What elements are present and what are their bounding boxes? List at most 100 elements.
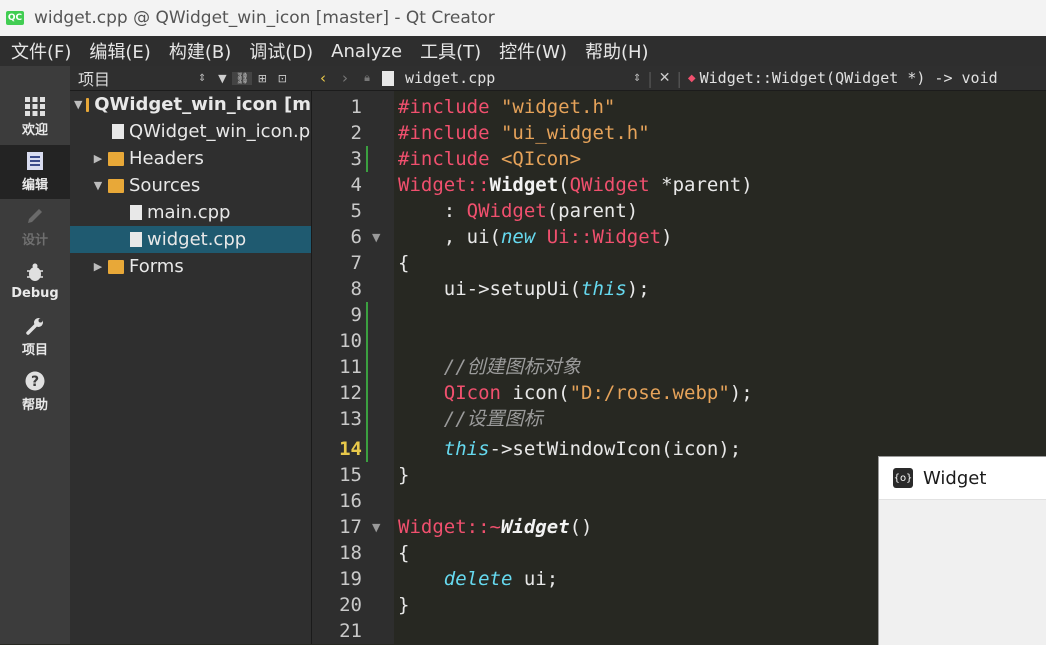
menu-bar: 文件(F) 编辑(E) 构建(B) 调试(D) Analyze 工具(T) 控件… — [0, 36, 1046, 66]
mode-welcome[interactable]: 欢迎 — [0, 90, 70, 144]
tree-item-label: QWidget_win_icon.p — [129, 121, 311, 142]
tree-item-main-cpp[interactable]: main.cpp — [70, 199, 311, 226]
menu-file[interactable]: 文件(F) — [0, 38, 78, 64]
line-number: 20 — [339, 594, 362, 616]
project-panel-header: 项目 ⇕ ▼ ⛓ ⊞ ⊡ — [70, 66, 312, 91]
open-file-selector[interactable]: widget.cpp — [405, 69, 633, 87]
back-icon[interactable]: ‹ — [312, 69, 334, 87]
window-title: widget.cpp @ QWidget_win_icon [master] -… — [34, 8, 495, 28]
code-line-17: Widget::~Widget() — [398, 516, 593, 538]
question-icon: ? — [25, 371, 45, 391]
line-number: 7 — [350, 252, 362, 274]
mode-debug[interactable]: Debug — [0, 255, 70, 309]
bug-icon — [27, 263, 43, 281]
function-icon: ◆ — [687, 72, 696, 84]
line-number: 13 — [339, 408, 362, 430]
svg-text:?: ? — [31, 374, 39, 390]
line-number: 19 — [339, 568, 362, 590]
symbol-selector[interactable]: Widget::Widget(QWidget *) -> void — [700, 69, 998, 87]
mode-projects[interactable]: 项目 — [0, 310, 70, 364]
menu-controls[interactable]: 控件(W) — [488, 38, 574, 64]
code-line-15: } — [398, 464, 410, 486]
close-panel-icon[interactable]: ⊡ — [272, 72, 292, 85]
close-file-icon[interactable]: ✕ — [659, 70, 671, 86]
chevron-down-icon[interactable]: ▼ — [92, 179, 104, 192]
line-number: 2 — [350, 122, 362, 144]
code-line-8: ui->setupUi(this); — [398, 278, 650, 300]
folder-icon — [108, 259, 124, 274]
line-number: 10 — [339, 330, 362, 352]
mode-design[interactable]: 设计 — [0, 200, 70, 254]
tree-item-headers[interactable]: ▶ Headers — [70, 145, 311, 172]
fold-marker-icon[interactable]: ▼ — [372, 231, 380, 244]
mode-label: 项目 — [21, 343, 48, 358]
line-number: 8 — [350, 278, 362, 300]
split-icon[interactable]: ⊞ — [252, 72, 272, 85]
tree-item-sources[interactable]: ▼ Sources — [70, 172, 311, 199]
forward-icon[interactable]: › — [334, 69, 356, 87]
menu-debug[interactable]: 调试(D) — [238, 38, 320, 64]
link-icon[interactable]: ⛓ — [232, 71, 253, 85]
code-line-5: : QWidget(parent) — [398, 200, 639, 222]
menu-tools[interactable]: 工具(T) — [409, 38, 488, 64]
line-number: 18 — [339, 542, 362, 564]
code-line-11: //创建图标对象 — [398, 356, 581, 378]
tree-item-project[interactable]: ▼ QWidget_win_icon [m — [70, 91, 311, 118]
code-line-2: #include "ui_widget.h" — [398, 122, 650, 144]
menu-help[interactable]: 帮助(H) — [574, 38, 656, 64]
chevron-updown-icon[interactable]: ⇕ — [633, 73, 641, 84]
code-line-3: #include <QIcon> — [398, 148, 582, 170]
document-icon — [27, 152, 43, 170]
code-line-12: QIcon icon("D:/rose.webp"); — [443, 382, 753, 404]
widget-window-title: Widget — [923, 467, 987, 489]
tree-item-forms[interactable]: ▶ Forms — [70, 253, 311, 280]
chevron-updown-icon[interactable]: ⇕ — [198, 73, 206, 84]
chevron-right-icon[interactable]: ▶ — [92, 260, 104, 273]
code-line-20: } — [398, 594, 410, 616]
separator: | — [647, 68, 653, 88]
line-number: 9 — [350, 304, 362, 326]
mode-label: 帮助 — [21, 398, 48, 413]
separator: | — [676, 68, 682, 88]
line-number: 1 — [350, 96, 362, 118]
tree-item-label: widget.cpp — [147, 229, 247, 250]
line-number: 11 — [339, 356, 362, 378]
line-number: 5 — [350, 200, 362, 222]
editor-toolbar: ‹ › 🔒︎ widget.cpp ⇕ | ✕ | ◆ Widget::Widg… — [312, 66, 1046, 91]
menu-build[interactable]: 构建(B) — [158, 38, 238, 64]
tree-item-pro-file[interactable]: QWidget_win_icon.p — [70, 118, 311, 145]
tree-item-label: Headers — [129, 148, 204, 169]
mode-label: 编辑 — [21, 178, 48, 193]
widget-app-window[interactable]: {o} Widget — [878, 456, 1046, 645]
pencil-icon — [28, 209, 42, 223]
mode-label: 设计 — [21, 233, 48, 248]
line-number: 4 — [350, 174, 362, 196]
project-view-selector[interactable]: 项目 — [78, 66, 110, 90]
code-line-14: this->setWindowIcon(icon); — [443, 438, 742, 460]
mode-edit[interactable]: 编辑 — [0, 145, 70, 199]
chevron-down-icon[interactable]: ▼ — [74, 98, 82, 111]
line-number: 3 — [350, 148, 362, 170]
qt-app-icon: {o} — [893, 468, 913, 488]
menu-edit[interactable]: 编辑(E) — [78, 38, 157, 64]
code-line-7: { — [398, 252, 410, 274]
line-number: 6 — [350, 226, 362, 248]
line-number-gutter: 1 2 3 4 5 6 7 8 9 10 11 12 13 14 15 16 1… — [312, 91, 394, 644]
code-line-4: Widget::Widget(QWidget *parent) — [398, 174, 753, 196]
tree-item-label: main.cpp — [147, 202, 231, 223]
tree-item-widget-cpp[interactable]: widget.cpp — [70, 226, 311, 253]
tree-item-label: Forms — [129, 256, 184, 277]
menu-analyze[interactable]: Analyze — [320, 41, 409, 62]
widget-title-bar[interactable]: {o} Widget — [879, 457, 1046, 500]
mode-label: Debug — [11, 286, 59, 301]
lock-icon: 🔒︎ — [364, 71, 370, 84]
mode-help[interactable]: ? 帮助 — [0, 365, 70, 419]
line-number: 15 — [339, 464, 362, 486]
fold-marker-icon[interactable]: ▼ — [372, 521, 380, 534]
filter-icon[interactable]: ▼ — [212, 72, 232, 85]
mode-label: 欢迎 — [21, 123, 48, 138]
current-line-number: 14 — [339, 438, 362, 460]
grid-icon — [25, 97, 45, 116]
chevron-right-icon[interactable]: ▶ — [92, 152, 104, 165]
line-number: 17 — [339, 516, 362, 538]
